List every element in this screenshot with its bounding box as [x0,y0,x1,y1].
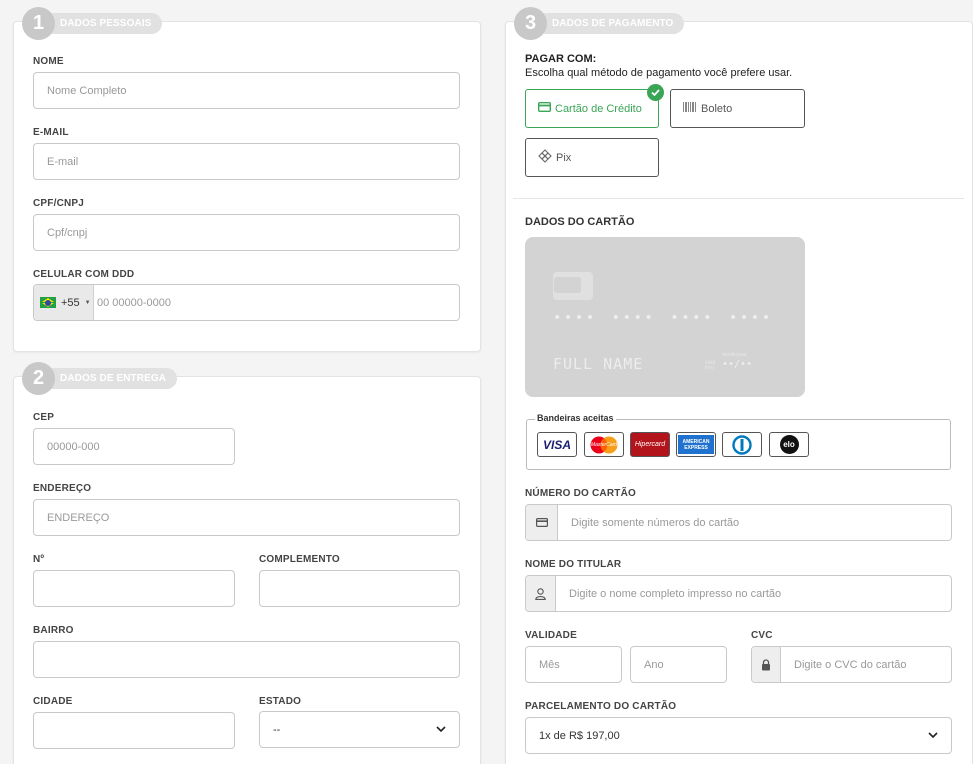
cvc-label: CVC [751,630,773,641]
card-expiry-mask: ••/•• [722,359,753,370]
hipercard-brand-icon: Hipercard [630,432,670,457]
step-number: 1 [22,7,55,40]
mastercard-brand-icon: MasterCard [584,432,624,457]
cvc-input[interactable]: Digite o CVC do cartão [794,647,951,682]
district-input[interactable] [33,641,460,678]
email-input[interactable]: E-mail [33,143,460,180]
card-number-input[interactable]: Digite somente números do cartão [571,505,951,540]
state-label: ESTADO [259,696,302,707]
district-label: BAIRRO [33,625,74,636]
installments-select[interactable]: 1x de R$ 197,00 [525,717,952,754]
lock-icon [752,647,781,682]
year-input[interactable]: Ano [630,646,727,683]
card-holder-name: FULL NAME [553,355,644,373]
name-label: NOME [33,56,64,67]
cvc-field: Digite o CVC do cartão [751,646,952,683]
complement-input[interactable] [259,570,460,607]
amex-brand-icon: AMERICAN EXPRESS [676,432,716,457]
credit-card-icon [526,505,558,540]
section-divider [513,198,964,199]
phone-label: CELULAR COM DDD [33,269,135,280]
card-preview: •••• •••• •••• •••• FULL NAME month/year… [525,237,805,397]
card-chip-icon [553,272,593,300]
cep-label: CEP [33,412,55,423]
payment-option-label: Cartão de Crédito [555,102,642,115]
card-valid-caption: valid thru [705,360,716,371]
delivery-step-header: 2 DADOS DE ENTREGA [22,362,178,395]
card-expiry-caption: month/year [722,352,748,358]
validity-label: VALIDADE [525,630,577,641]
payment-option-pix[interactable]: Pix [525,138,659,177]
step-label: DADOS DE PAGAMENTO [530,13,685,34]
installments-label: PARCELAMENTO DO CARTÃO [525,701,677,712]
cpf-cnpj-label: CPF/CNPJ [33,198,85,209]
name-input[interactable]: Nome Completo [33,72,460,109]
payment-option-label: Boleto [701,102,733,115]
payment-option-credit-card[interactable]: Cartão de Crédito [525,84,664,128]
state-select[interactable]: -- [259,711,460,748]
card-number-label: NÚMERO DO CARTÃO [525,488,636,499]
barcode-icon [683,102,697,115]
holder-label: NOME DO TITULAR [525,559,622,570]
phone-input[interactable]: 00 00000-0000 [97,285,459,320]
holder-input[interactable]: Digite o nome completo impresso no cartã… [569,576,951,611]
installments-value: 1x de R$ 197,00 [539,729,620,742]
pay-with-title: PAGAR COM: [525,53,597,65]
city-label: CIDADE [33,696,73,707]
personal-step-header: 1 DADOS PESSOAIS [22,7,163,40]
elo-brand-icon: elo [769,432,809,457]
payment-option-label: Pix [556,151,572,164]
card-section-title: DADOS DO CARTÃO [525,216,635,228]
credit-card-icon [537,101,552,115]
brazil-flag-icon [40,297,56,308]
pay-with-subtitle: Escolha qual método de pagamento você pr… [525,67,793,79]
step-label: DADOS PESSOAIS [38,13,163,34]
chevron-down-icon [928,731,938,741]
email-label: E-MAIL [33,127,69,138]
number-label: Nº [33,554,45,565]
cpf-cnpj-input[interactable]: Cpf/cnpj [33,214,460,251]
accepted-brands-legend: Bandeiras aceitas [535,413,616,423]
phone-field: +55 ▼ 00 00000-0000 [33,284,460,321]
step-number: 2 [22,362,55,395]
step-number: 3 [514,7,547,40]
check-icon [647,84,664,101]
payment-option-boleto[interactable]: Boleto [670,89,805,128]
address-input[interactable]: ENDEREÇO [33,499,460,536]
diners-brand-icon [722,432,762,457]
card-number-field: Digite somente números do cartão [525,504,952,541]
month-input[interactable]: Mês [525,646,622,683]
complement-label: COMPLEMENTO [259,554,340,565]
visa-brand-icon: VISA [537,432,577,457]
country-code-selector[interactable]: +55 ▼ [34,285,94,320]
state-value: -- [273,723,281,736]
number-input[interactable] [33,570,235,607]
accepted-brands-box: Bandeiras aceitas VISA MasterCard Hiperc… [526,413,951,470]
address-label: ENDEREÇO [33,483,92,494]
caret-down-icon: ▼ [84,299,91,306]
user-icon [526,576,556,611]
step-label: DADOS DE ENTREGA [38,368,178,389]
card-number-mask: •••• •••• •••• •••• [553,310,773,326]
pix-icon [538,149,552,166]
country-code: +55 [61,296,80,309]
city-input[interactable] [33,712,235,749]
payment-step-header: 3 DADOS DE PAGAMENTO [514,7,685,40]
chevron-down-icon [436,725,446,735]
holder-field: Digite o nome completo impresso no cartã… [525,575,952,612]
cep-input[interactable]: 00000-000 [33,428,235,465]
